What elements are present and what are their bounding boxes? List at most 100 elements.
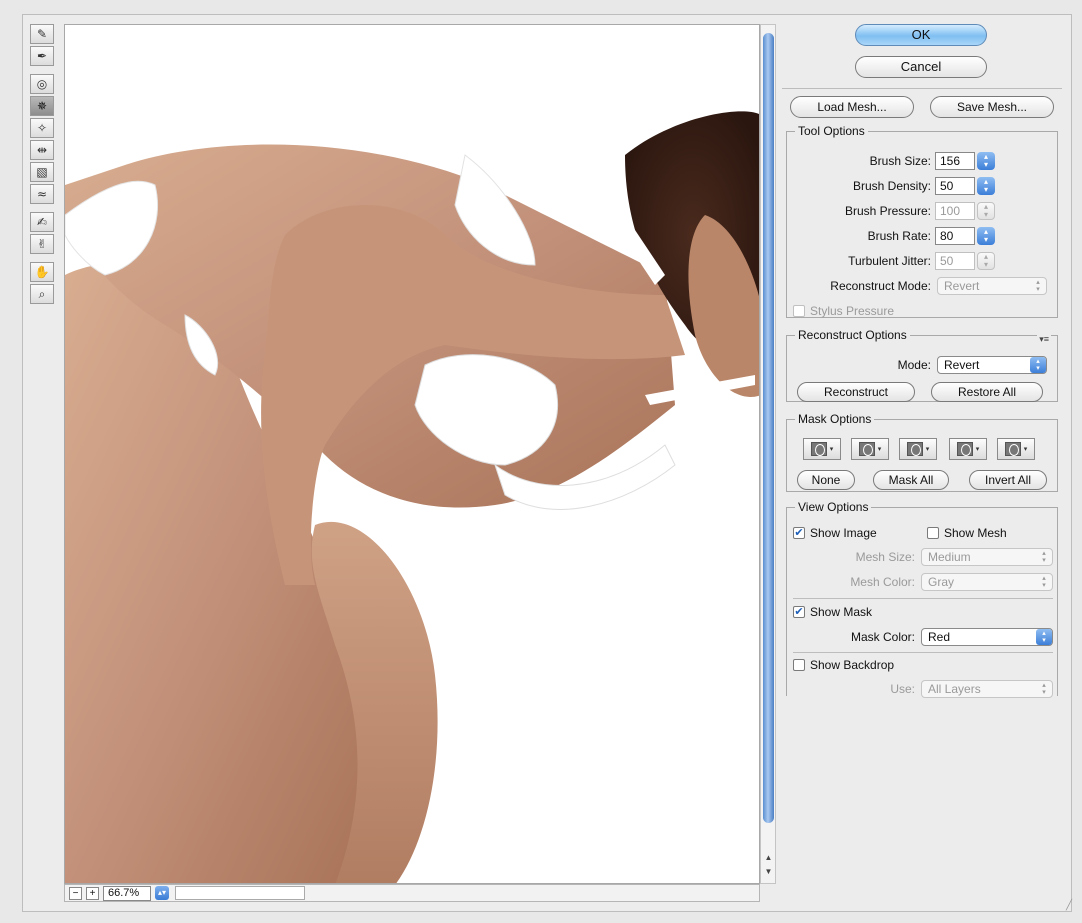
show-mask-label: Show Mask	[810, 605, 873, 619]
photo-preview-image	[65, 25, 759, 883]
select-arrows-icon: ▴ ▾	[1042, 550, 1046, 564]
divider	[782, 88, 1062, 89]
tool-options-group: Tool Options Brush Size: 156 ▴ ▾ Brush De…	[786, 124, 1058, 318]
chevron-down-icon: ▾	[877, 446, 882, 453]
select-arrows-icon: ▴ ▾	[1042, 682, 1046, 696]
zoom-in-button[interactable]: +	[86, 886, 99, 900]
mode-value: Revert	[944, 358, 980, 372]
chevron-down-icon: ▾	[1023, 446, 1028, 453]
pucker-tool-icon[interactable]: ✵	[30, 96, 54, 116]
invert-mask-button[interactable]: ▾	[997, 438, 1035, 460]
mask-options-legend: Mask Options	[798, 412, 872, 426]
use-layers-value: All Layers	[928, 682, 981, 696]
mirror-tool-icon[interactable]: ▧	[30, 162, 54, 182]
select-arrows-icon: ▴ ▾	[1042, 575, 1046, 589]
freeze-mask-tool-icon[interactable]: ✍	[30, 212, 54, 232]
brush-pressure-stepper-icon[interactable]: ▴ ▾	[977, 202, 995, 220]
twirl-clockwise-tool-icon[interactable]: ◎	[30, 74, 54, 94]
select-arrows-icon: ▴ ▾	[1036, 629, 1052, 645]
scroll-down-icon[interactable]: ▼	[763, 867, 774, 876]
chevron-down-icon: ▾	[925, 446, 930, 453]
scrollbar-thumb[interactable]	[763, 33, 774, 823]
brush-size-stepper-icon[interactable]: ▴ ▾	[977, 152, 995, 170]
mesh-color-label: Mesh Color:	[850, 575, 915, 589]
mask-replace-icon	[810, 442, 827, 456]
turbulent-jitter-stepper-icon[interactable]: ▴ ▾	[977, 252, 995, 270]
mask-subtract-icon	[906, 442, 923, 456]
reconstruct-options-legend: Reconstruct Options	[798, 328, 907, 342]
show-mask-checkbox[interactable]: ✔	[793, 606, 805, 618]
view-options-group: View Options ✔ Show Image Show Mesh Mesh…	[786, 500, 1058, 698]
save-mesh-button[interactable]: Save Mesh...	[930, 96, 1054, 118]
bloat-tool-icon[interactable]: ✧	[30, 118, 54, 138]
divider	[793, 652, 1053, 653]
chevron-down-icon: ▾	[829, 446, 834, 453]
brush-rate-stepper-icon[interactable]: ▴ ▾	[977, 227, 995, 245]
flyout-menu-icon[interactable]: ▾≡	[1037, 334, 1051, 345]
invert-all-button[interactable]: Invert All	[969, 470, 1047, 490]
scroll-up-icon[interactable]: ▲	[763, 853, 774, 862]
mask-all-button[interactable]: Mask All	[873, 470, 949, 490]
zoom-tool-icon[interactable]: ⌕	[30, 284, 54, 304]
stylus-pressure-checkbox[interactable]	[793, 305, 805, 317]
turbulent-jitter-label: Turbulent Jitter:	[848, 254, 931, 268]
resize-grip-icon[interactable]: ╱	[1066, 900, 1072, 911]
hand-tool-icon[interactable]: ✋	[30, 262, 54, 282]
mask-invert-icon	[1004, 442, 1021, 456]
mask-options-group: Mask Options ▾ ▾ ▾ ▾ ▾ None Mask All Inv…	[786, 412, 1058, 492]
brush-size-field[interactable]: 156	[935, 152, 975, 170]
thaw-mask-tool-icon[interactable]: ✌	[30, 234, 54, 254]
turbulent-jitter-field[interactable]: 50	[935, 252, 975, 270]
intersect-with-mask-button[interactable]: ▾	[949, 438, 987, 460]
restore-all-button[interactable]: Restore All	[931, 382, 1043, 402]
mesh-size-value: Medium	[928, 550, 971, 564]
turbulence-tool-icon[interactable]: ≈	[30, 184, 54, 204]
reconstruct-mode-value: Revert	[944, 279, 980, 293]
reconstruct-options-group: Reconstruct Options ▾≡ Mode: Revert ▴ ▾ R…	[786, 328, 1058, 402]
mesh-size-label: Mesh Size:	[855, 550, 915, 564]
forward-warp-tool-icon[interactable]: ✎	[30, 24, 54, 44]
mode-select[interactable]: Revert ▴ ▾	[937, 356, 1047, 374]
chevron-down-icon: ▾	[975, 446, 980, 453]
horizontal-scrollbar[interactable]	[175, 886, 305, 900]
image-preview-canvas[interactable]	[64, 24, 760, 884]
mesh-size-select[interactable]: Medium ▴ ▾	[921, 548, 1053, 566]
use-layers-select[interactable]: All Layers ▴ ▾	[921, 680, 1053, 698]
zoom-level-field[interactable]: 66.7%	[103, 885, 151, 901]
tool-options-legend: Tool Options	[798, 124, 865, 138]
stylus-pressure-label: Stylus Pressure	[810, 304, 895, 318]
reconstruct-tool-icon[interactable]: ✒	[30, 46, 54, 66]
subtract-from-mask-button[interactable]: ▾	[899, 438, 937, 460]
brush-rate-field[interactable]: 80	[935, 227, 975, 245]
brush-pressure-field[interactable]: 100	[935, 202, 975, 220]
brush-density-stepper-icon[interactable]: ▴ ▾	[977, 177, 995, 195]
zoom-out-button[interactable]: −	[69, 886, 82, 900]
brush-size-label: Brush Size:	[869, 154, 931, 168]
show-image-label: Show Image	[810, 526, 877, 540]
ok-button[interactable]: OK	[855, 24, 987, 46]
mesh-color-select[interactable]: Gray ▴ ▾	[921, 573, 1053, 591]
replace-selection-mask-button[interactable]: ▾	[803, 438, 841, 460]
mask-color-select[interactable]: Red ▴ ▾	[921, 628, 1053, 646]
vertical-scrollbar[interactable]: ▲ ▼	[760, 24, 776, 884]
use-label: Use:	[890, 682, 915, 696]
show-image-checkbox[interactable]: ✔	[793, 527, 805, 539]
show-backdrop-checkbox[interactable]	[793, 659, 805, 671]
mask-none-button[interactable]: None	[797, 470, 855, 490]
zoom-dropdown-icon[interactable]: ▴▾	[155, 886, 169, 900]
select-arrows-icon: ▴ ▾	[1030, 357, 1046, 373]
load-mesh-button[interactable]: Load Mesh...	[790, 96, 914, 118]
show-mesh-checkbox[interactable]	[927, 527, 939, 539]
tools-toolbar: ✎ ✒ ◎ ✵ ✧ ⇹ ▧ ≈ ✍ ✌ ✋ ⌕	[30, 24, 56, 304]
reconstruct-mode-select[interactable]: Revert ▴ ▾	[937, 277, 1047, 295]
push-left-tool-icon[interactable]: ⇹	[30, 140, 54, 160]
view-options-legend: View Options	[798, 500, 869, 514]
cancel-button[interactable]: Cancel	[855, 56, 987, 78]
brush-density-field[interactable]: 50	[935, 177, 975, 195]
zoom-bar: − + 66.7% ▴▾	[64, 884, 760, 902]
add-to-mask-button[interactable]: ▾	[851, 438, 889, 460]
reconstruct-button[interactable]: Reconstruct	[797, 382, 915, 402]
mode-label: Mode:	[897, 358, 931, 372]
mask-color-value: Red	[928, 630, 951, 644]
mask-color-label: Mask Color:	[850, 630, 915, 644]
